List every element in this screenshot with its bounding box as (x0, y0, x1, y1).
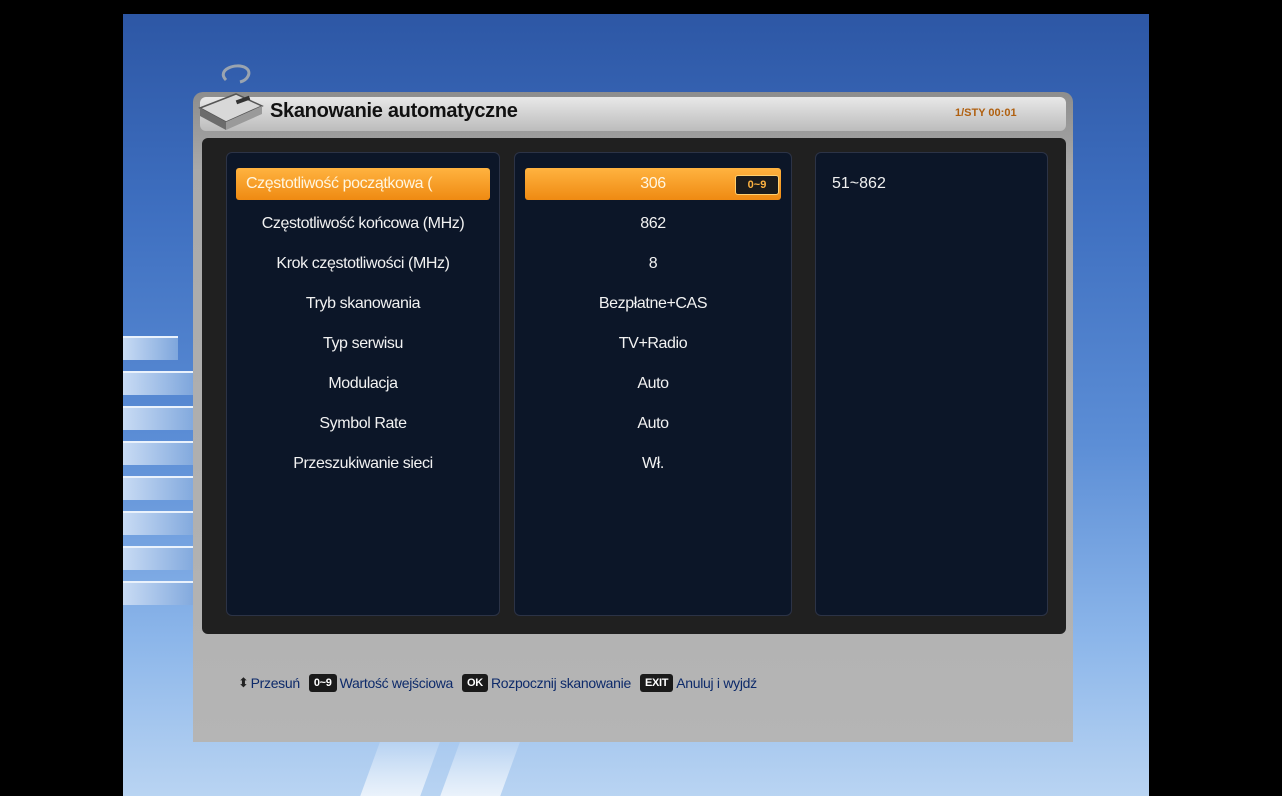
digits-key-icon: 0~9 (308, 674, 337, 692)
help-move-label: Przesuń (250, 675, 301, 691)
background-stair (123, 546, 198, 570)
setting-scan-mode-label[interactable]: Tryb skanowania (236, 288, 490, 320)
setting-network-search-value[interactable]: Wł. (525, 448, 781, 480)
background-stair (123, 581, 198, 605)
setting-service-type-label[interactable]: Typ serwisu (236, 328, 490, 360)
help-exit-label: Anuluj i wyjdź (676, 675, 757, 691)
background-stair (123, 441, 198, 465)
help-ok-label: Rozpocznij skanowanie (490, 675, 631, 691)
help-bar: ⬍ Przesuń 0~9 Wartość wejściowa OK Rozpo… (238, 672, 757, 694)
background-stair (123, 511, 198, 535)
satellite-receiver-icon (198, 64, 264, 130)
setting-end-frequency-label[interactable]: Częstotliwość końcowa (MHz) (236, 208, 490, 240)
frequency-range-info: 51~862 (832, 175, 886, 192)
setting-frequency-step-label[interactable]: Krok częstotliwości (MHz) (236, 248, 490, 280)
background-stair (123, 336, 178, 360)
info-panel (815, 152, 1048, 616)
setting-scan-mode-value[interactable]: Bezpłatne+CAS (525, 288, 781, 320)
ok-key-icon: OK (462, 674, 488, 692)
setting-symbol-rate-value[interactable]: Auto (525, 408, 781, 440)
exit-key-icon: EXIT (639, 674, 674, 692)
setting-service-type-value[interactable]: TV+Radio (525, 328, 781, 360)
setting-frequency-step-value[interactable]: 8 (525, 248, 781, 280)
background-stair (123, 371, 193, 395)
up-down-arrows-icon: ⬍ (238, 675, 249, 690)
setting-end-frequency-value[interactable]: 862 (525, 208, 781, 240)
page-title: Skanowanie automatyczne (270, 100, 518, 122)
setting-start-frequency-label[interactable]: Częstotliwość początkowa ( (236, 168, 490, 200)
help-digits-label: Wartość wejściowa (339, 675, 454, 691)
setting-modulation-label[interactable]: Modulacja (236, 368, 490, 400)
numeric-input-hint: 0~9 (735, 175, 779, 195)
setting-modulation-value[interactable]: Auto (525, 368, 781, 400)
setting-network-search-label[interactable]: Przeszukiwanie sieci (236, 448, 490, 480)
background-stair (123, 476, 198, 500)
setting-symbol-rate-label[interactable]: Symbol Rate (236, 408, 490, 440)
background-stair (123, 406, 198, 430)
datetime-display: 1/STY 00:01 (955, 107, 1017, 119)
